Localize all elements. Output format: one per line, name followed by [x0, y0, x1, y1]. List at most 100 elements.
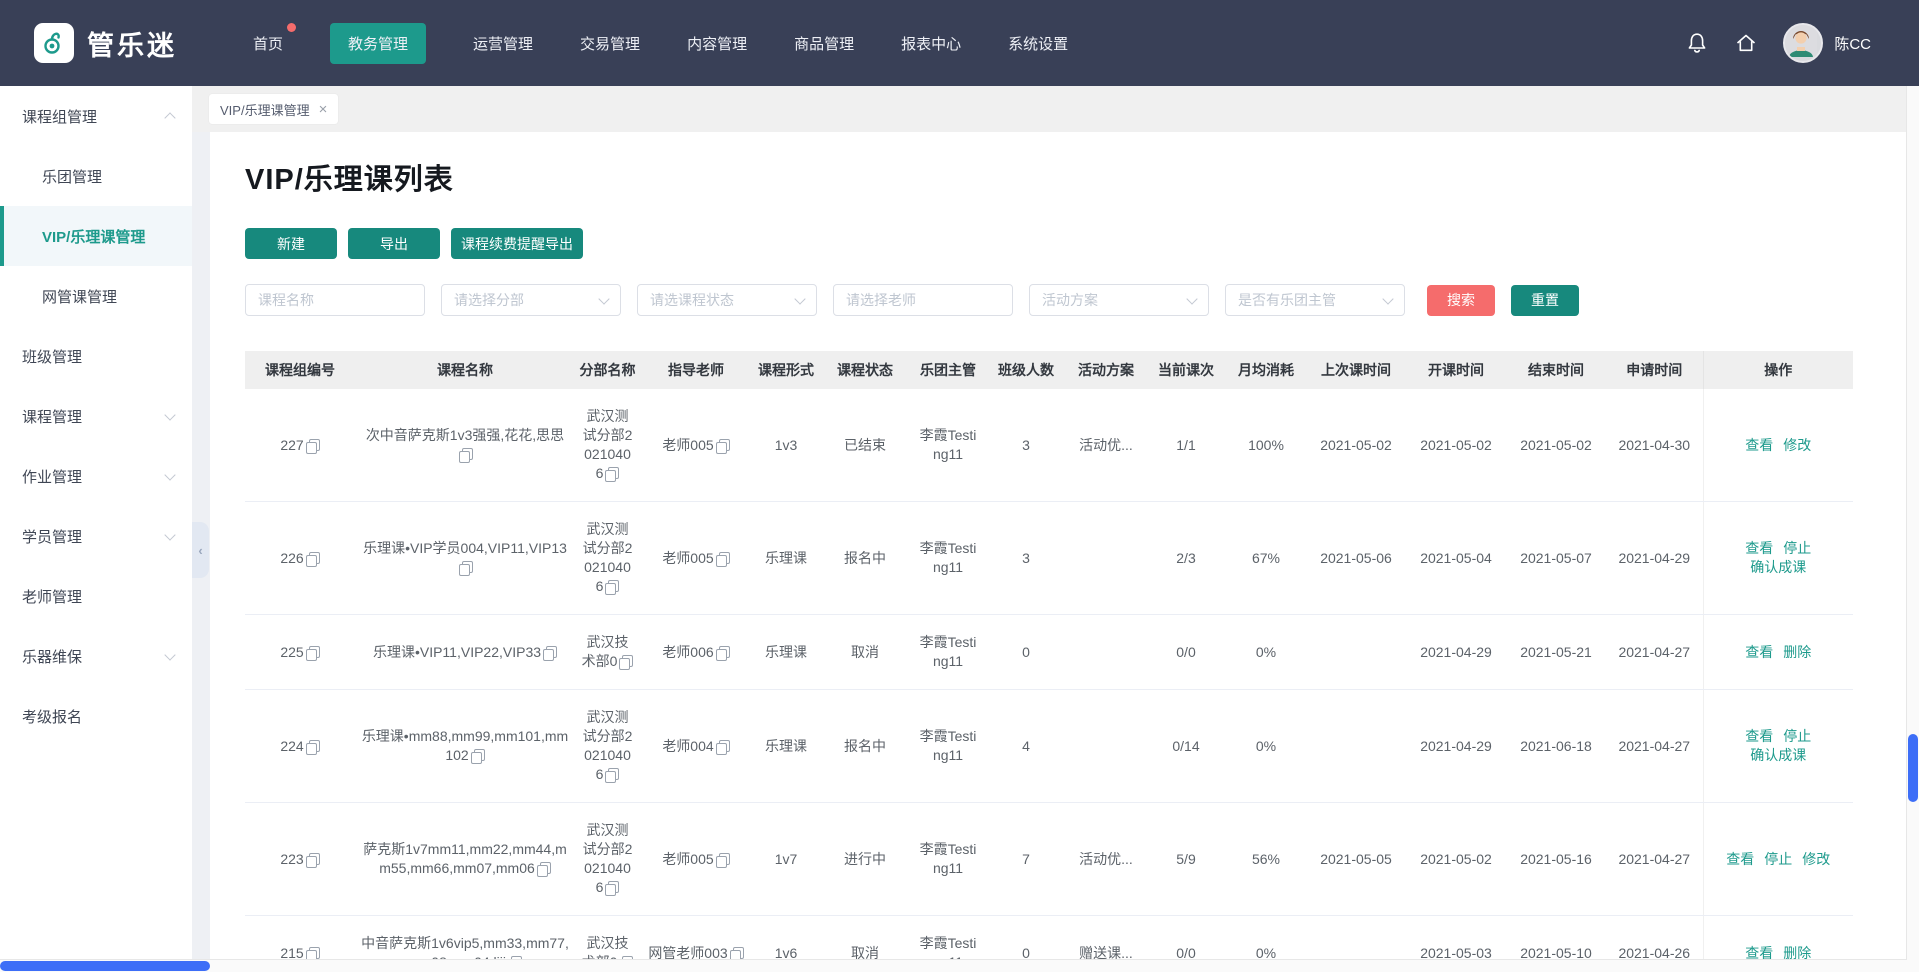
cell-value: 0/14	[1172, 738, 1199, 754]
sidebar-item[interactable]: 学员管理	[0, 506, 192, 566]
copy-icon[interactable]	[309, 740, 320, 752]
cell-value: 活动优...	[1079, 437, 1133, 453]
sidebar-collapse-handle[interactable]: ‹	[192, 522, 209, 578]
row-action-link[interactable]: 查看	[1726, 851, 1754, 867]
vertical-scrollbar[interactable]	[1906, 86, 1919, 960]
sidebar-item[interactable]: 班级管理	[0, 326, 192, 386]
row-action-link[interactable]: 查看	[1745, 437, 1773, 453]
column-header: 上次课时间	[1306, 351, 1406, 389]
row-action-link[interactable]: 查看	[1745, 945, 1773, 961]
user-name[interactable]: 陈CC	[1834, 33, 1871, 54]
action-button[interactable]: 课程续费提醒导出	[451, 228, 583, 259]
row-action-link[interactable]: 停止	[1764, 851, 1792, 867]
search-button[interactable]: 搜索	[1427, 285, 1495, 316]
copy-icon[interactable]	[546, 646, 557, 658]
action-button[interactable]: 导出	[348, 228, 440, 259]
copy-icon[interactable]	[608, 881, 619, 893]
row-action-link[interactable]: 修改	[1802, 851, 1830, 867]
select-filter[interactable]: 请选择分部	[441, 284, 621, 316]
copy-icon[interactable]	[309, 439, 320, 451]
copy-icon[interactable]	[622, 655, 633, 667]
cell-end: 2021-05-02	[1506, 389, 1606, 502]
sidebar-item[interactable]: 课程组管理	[0, 86, 192, 146]
cell-end: 2021-05-21	[1506, 615, 1606, 690]
cell-teacher: 老师004	[640, 690, 752, 803]
horizontal-scrollbar[interactable]	[0, 959, 1907, 972]
sidebar-item[interactable]: 乐器维保	[0, 626, 192, 686]
cell-campaign: 活动优...	[1066, 803, 1146, 916]
nav-item[interactable]: 报表中心	[901, 23, 961, 64]
copy-icon[interactable]	[608, 580, 619, 592]
cell-actions: 查看停止修改	[1703, 803, 1853, 916]
row-action-link[interactable]: 停止	[1783, 728, 1811, 744]
sidebar-item[interactable]: 老师管理	[0, 566, 192, 626]
copy-icon[interactable]	[719, 552, 730, 564]
nav-item[interactable]: 教务管理	[330, 23, 426, 64]
cell-value: 乐理课•VIP11,VIP22,VIP33	[373, 644, 541, 660]
row-action-link[interactable]: 修改	[1783, 437, 1811, 453]
cell-teacher: 老师006	[640, 615, 752, 690]
copy-icon[interactable]	[309, 853, 320, 865]
row-action-link[interactable]: 删除	[1783, 945, 1811, 961]
column-header: 活动方案	[1066, 351, 1146, 389]
copy-icon[interactable]	[474, 749, 485, 761]
cell-value: 3	[1022, 437, 1030, 453]
nav-item[interactable]: 商品管理	[794, 23, 854, 64]
row-action-link[interactable]: 停止	[1783, 540, 1811, 556]
sidebar-item[interactable]: 网管课管理	[0, 266, 192, 326]
copy-icon[interactable]	[309, 552, 320, 564]
action-button[interactable]: 新建	[245, 228, 337, 259]
sidebar-item[interactable]: 乐团管理	[0, 146, 192, 206]
nav-item[interactable]: 运营管理	[473, 23, 533, 64]
copy-icon[interactable]	[608, 467, 619, 479]
horizontal-scrollbar-thumb[interactable]	[0, 961, 210, 971]
sidebar-item[interactable]: 作业管理	[0, 446, 192, 506]
copy-icon[interactable]	[719, 439, 730, 451]
copy-icon[interactable]	[719, 646, 730, 658]
app-logo[interactable]	[34, 23, 74, 63]
copy-icon[interactable]	[462, 561, 473, 573]
row-action-link[interactable]: 删除	[1783, 644, 1811, 660]
cell-value: 2021-05-02	[1420, 437, 1492, 453]
row-action-link[interactable]: 确认成课	[1750, 559, 1806, 575]
copy-icon[interactable]	[309, 947, 320, 959]
nav-item[interactable]: 首页	[253, 23, 283, 64]
copy-icon[interactable]	[733, 947, 744, 959]
cell-teacher: 老师005	[640, 502, 752, 615]
sidebar-item[interactable]: VIP/乐理课管理	[0, 206, 192, 266]
row-action-link[interactable]: 查看	[1745, 540, 1773, 556]
row-action-link[interactable]: 查看	[1745, 644, 1773, 660]
cell-last	[1306, 690, 1406, 803]
copy-icon[interactable]	[309, 646, 320, 658]
sidebar-item[interactable]: 考级报名	[0, 686, 192, 746]
select-filter[interactable]: 活动方案	[1029, 284, 1209, 316]
close-icon[interactable]: ×	[319, 102, 328, 117]
select-filter[interactable]: 请选课程状态	[637, 284, 817, 316]
input-filter[interactable]: 请选择老师	[833, 284, 1013, 316]
copy-icon[interactable]	[719, 740, 730, 752]
select-filter[interactable]: 是否有乐团主管	[1225, 284, 1405, 316]
user-avatar[interactable]	[1783, 23, 1823, 63]
bell-icon[interactable]	[1685, 31, 1709, 55]
vertical-scrollbar-thumb[interactable]	[1908, 734, 1918, 802]
chevron-down-icon	[164, 649, 175, 660]
copy-icon[interactable]	[719, 853, 730, 865]
row-action-link[interactable]: 查看	[1745, 728, 1773, 744]
sidebar-item[interactable]: 课程管理	[0, 386, 192, 446]
input-filter[interactable]: 课程名称	[245, 284, 425, 316]
cell-value: 0%	[1256, 945, 1276, 961]
copy-icon[interactable]	[608, 768, 619, 780]
home-icon[interactable]	[1734, 31, 1758, 55]
cell-value: 乐理课	[765, 644, 807, 660]
tab-item[interactable]: VIP/乐理课管理×	[209, 94, 338, 124]
cell-status: 报名中	[820, 690, 910, 803]
row-action-link[interactable]: 确认成课	[1750, 747, 1806, 763]
cell-apply: 2021-04-27	[1606, 803, 1703, 916]
copy-icon[interactable]	[540, 862, 551, 874]
nav-item[interactable]: 交易管理	[580, 23, 640, 64]
nav-item[interactable]: 系统设置	[1008, 23, 1068, 64]
copy-icon[interactable]	[462, 448, 473, 460]
cell-campaign	[1066, 690, 1146, 803]
nav-item[interactable]: 内容管理	[687, 23, 747, 64]
reset-button[interactable]: 重置	[1511, 285, 1579, 316]
